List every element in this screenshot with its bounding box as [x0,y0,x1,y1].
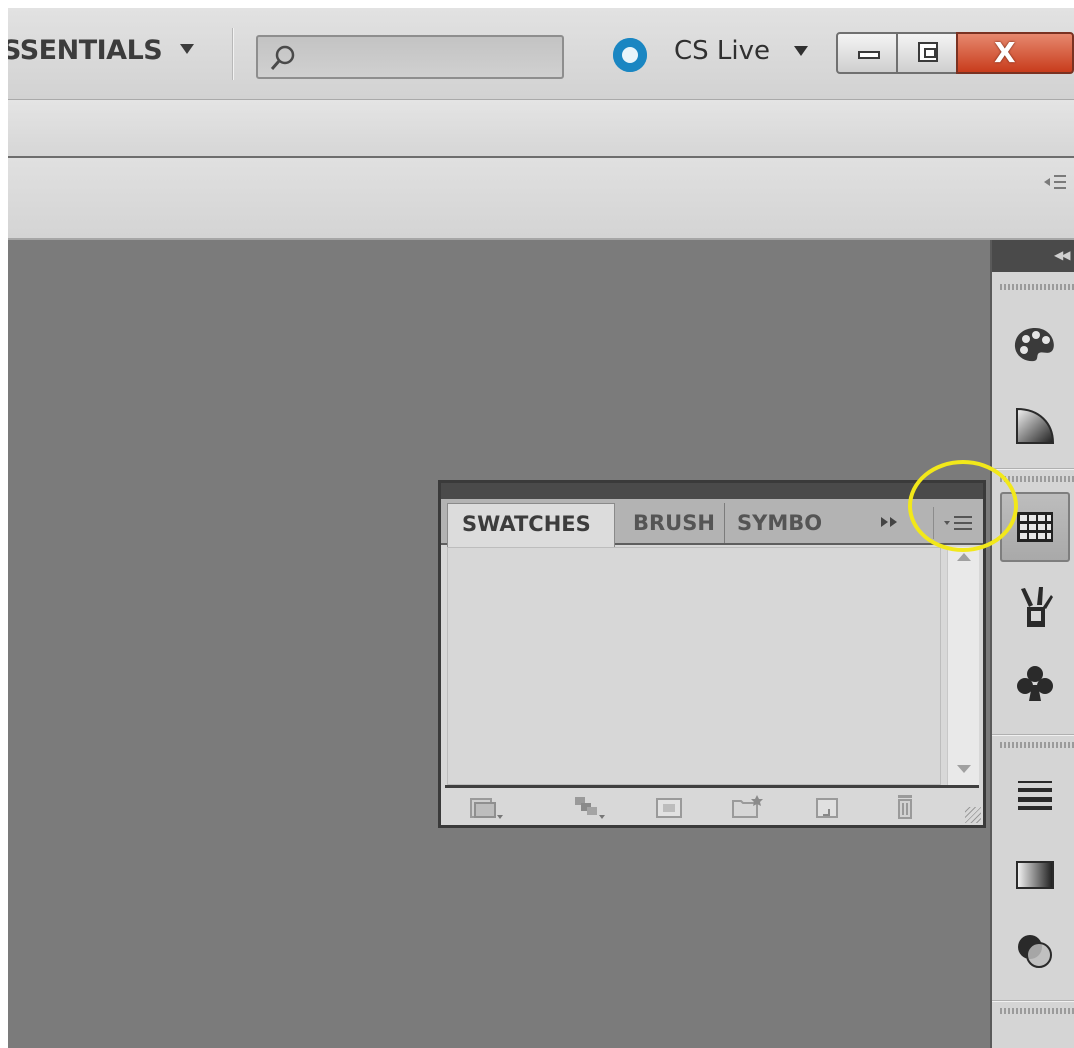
application-window: SSENTIALS CS Live X ◀◀ SWATCHES BRUSH SY… [8,8,1074,1048]
dock-grip[interactable] [1000,284,1074,290]
tab-swatches[interactable]: SWATCHES [447,503,615,547]
workspace-dropdown-arrow-icon[interactable] [180,44,194,54]
palette-icon [1014,328,1054,362]
dock-brushes-button[interactable] [1000,572,1070,642]
search-icon [270,45,295,70]
symbols-icon [1017,666,1053,701]
application-bar: SSENTIALS CS Live X [8,8,1074,100]
scroll-down-arrow-icon[interactable] [957,765,971,773]
panel-resize-grip[interactable] [965,807,981,823]
panel-menu-icon[interactable] [1042,172,1068,192]
scroll-up-arrow-icon[interactable] [957,553,971,561]
dock-separator [992,1000,1074,1002]
restore-icon [918,42,938,62]
swatch-list[interactable] [447,547,941,785]
swatches-icon [1017,512,1053,542]
highlight-annotation-circle [908,460,1018,552]
dock-transparency-button[interactable] [1000,916,1070,986]
panel-divider [445,785,979,788]
panel-tab-strip: SWATCHES BRUSH SYMBO [441,499,983,547]
delete-swatch-icon[interactable] [885,793,925,821]
panel-dock: ◀◀ [990,240,1074,1048]
swatches-panel: SWATCHES BRUSH SYMBO [438,480,986,828]
dock-grip[interactable] [1000,1008,1074,1014]
cs-live-label[interactable]: CS Live [674,36,770,66]
gradient-swatch-icon [1016,861,1054,889]
dock-grip[interactable] [1000,742,1074,748]
tab-brushes-label: BRUSH [633,511,715,535]
swatch-options-icon[interactable] [649,793,689,821]
minimize-button[interactable] [836,32,898,74]
tabs-overflow-icon[interactable] [879,515,901,529]
tab-symbols[interactable]: SYMBO [725,503,833,543]
cs-live-dropdown-arrow-icon[interactable] [794,46,808,56]
workspace-switcher-label[interactable]: SSENTIALS [8,35,163,66]
new-color-group-icon[interactable] [727,793,767,821]
dock-header[interactable]: ◀◀ [992,240,1074,272]
close-icon: X [994,36,1016,69]
cs-live-icon[interactable] [613,38,647,72]
swatch-libraries-menu-icon[interactable] [467,793,507,821]
show-swatch-kinds-menu-icon[interactable] [569,793,609,821]
restore-button[interactable] [896,32,958,74]
collapse-arrows-icon[interactable]: ◀◀ [1054,248,1071,262]
toolbar-divider [232,28,234,80]
dock-gradient-button[interactable] [1000,390,1070,460]
stroke-icon [1018,781,1052,810]
dock-symbols-button[interactable] [1000,648,1070,718]
dock-palette-button[interactable] [1000,310,1070,380]
close-button[interactable]: X [956,32,1074,74]
dock-separator [992,468,1074,470]
transparency-icon [1018,935,1052,968]
dock-grip[interactable] [1000,476,1074,482]
document-tab-bar [8,158,1074,240]
tab-swatches-label: SWATCHES [462,512,591,536]
dock-gradient-swatch-button[interactable] [1000,840,1070,910]
search-input[interactable] [256,35,564,79]
gradient-icon [1016,407,1055,444]
panel-scrollbar[interactable] [947,547,979,785]
dock-stroke-button[interactable] [1000,760,1070,830]
tab-brushes[interactable]: BRUSH [615,503,725,543]
control-bar [8,100,1074,158]
panel-title-bar[interactable] [441,483,983,499]
minimize-icon [858,51,880,59]
new-swatch-icon[interactable] [807,793,847,821]
panel-footer-toolbar [441,789,983,825]
brushes-icon [1021,587,1053,627]
dock-separator [992,734,1074,736]
tab-symbols-label: SYMBO [737,511,823,535]
